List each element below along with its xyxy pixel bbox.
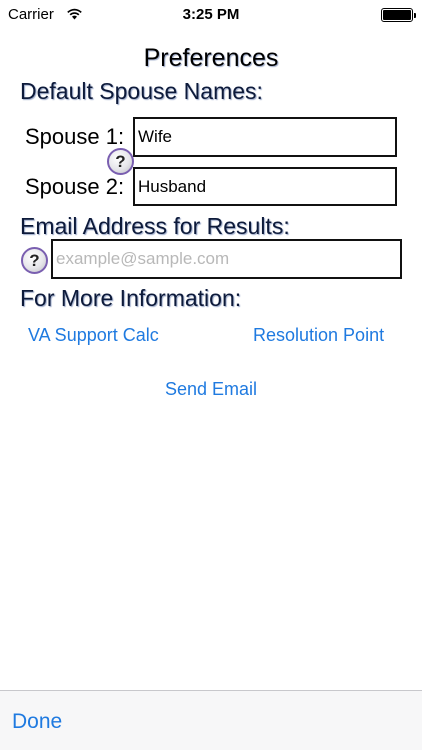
more-info-heading: For More Information:: [20, 285, 242, 311]
email-field[interactable]: example@sample.com: [51, 239, 402, 279]
status-time: 3:25 PM: [182, 6, 240, 23]
spouse2-label: Spouse 2:: [25, 174, 125, 199]
send-email-button[interactable]: Send Email: [0, 379, 422, 400]
status-bar: Carrier 3:25 PM: [0, 0, 422, 30]
spouse-names-heading: Default Spouse Names:: [20, 78, 263, 104]
bottom-toolbar: Done: [0, 690, 422, 750]
spouse2-field[interactable]: Husband: [133, 167, 397, 206]
spouse-help-icon[interactable]: ?: [107, 148, 134, 175]
spouse1-field[interactable]: Wife: [133, 117, 397, 157]
va-support-calc-link[interactable]: VA Support Calc: [28, 325, 159, 346]
email-heading: Email Address for Results:: [20, 213, 290, 239]
resolution-point-link[interactable]: Resolution Point: [253, 325, 384, 346]
spouse2-value: Husband: [138, 176, 207, 196]
done-button[interactable]: Done: [12, 710, 62, 734]
email-placeholder: example@sample.com: [56, 249, 230, 268]
email-help-icon[interactable]: ?: [21, 247, 48, 274]
page-title: Preferences: [143, 44, 279, 72]
battery-icon: [381, 8, 416, 22]
spouse1-value: Wife: [138, 127, 172, 146]
spouse1-label: Spouse 1:: [25, 124, 125, 149]
